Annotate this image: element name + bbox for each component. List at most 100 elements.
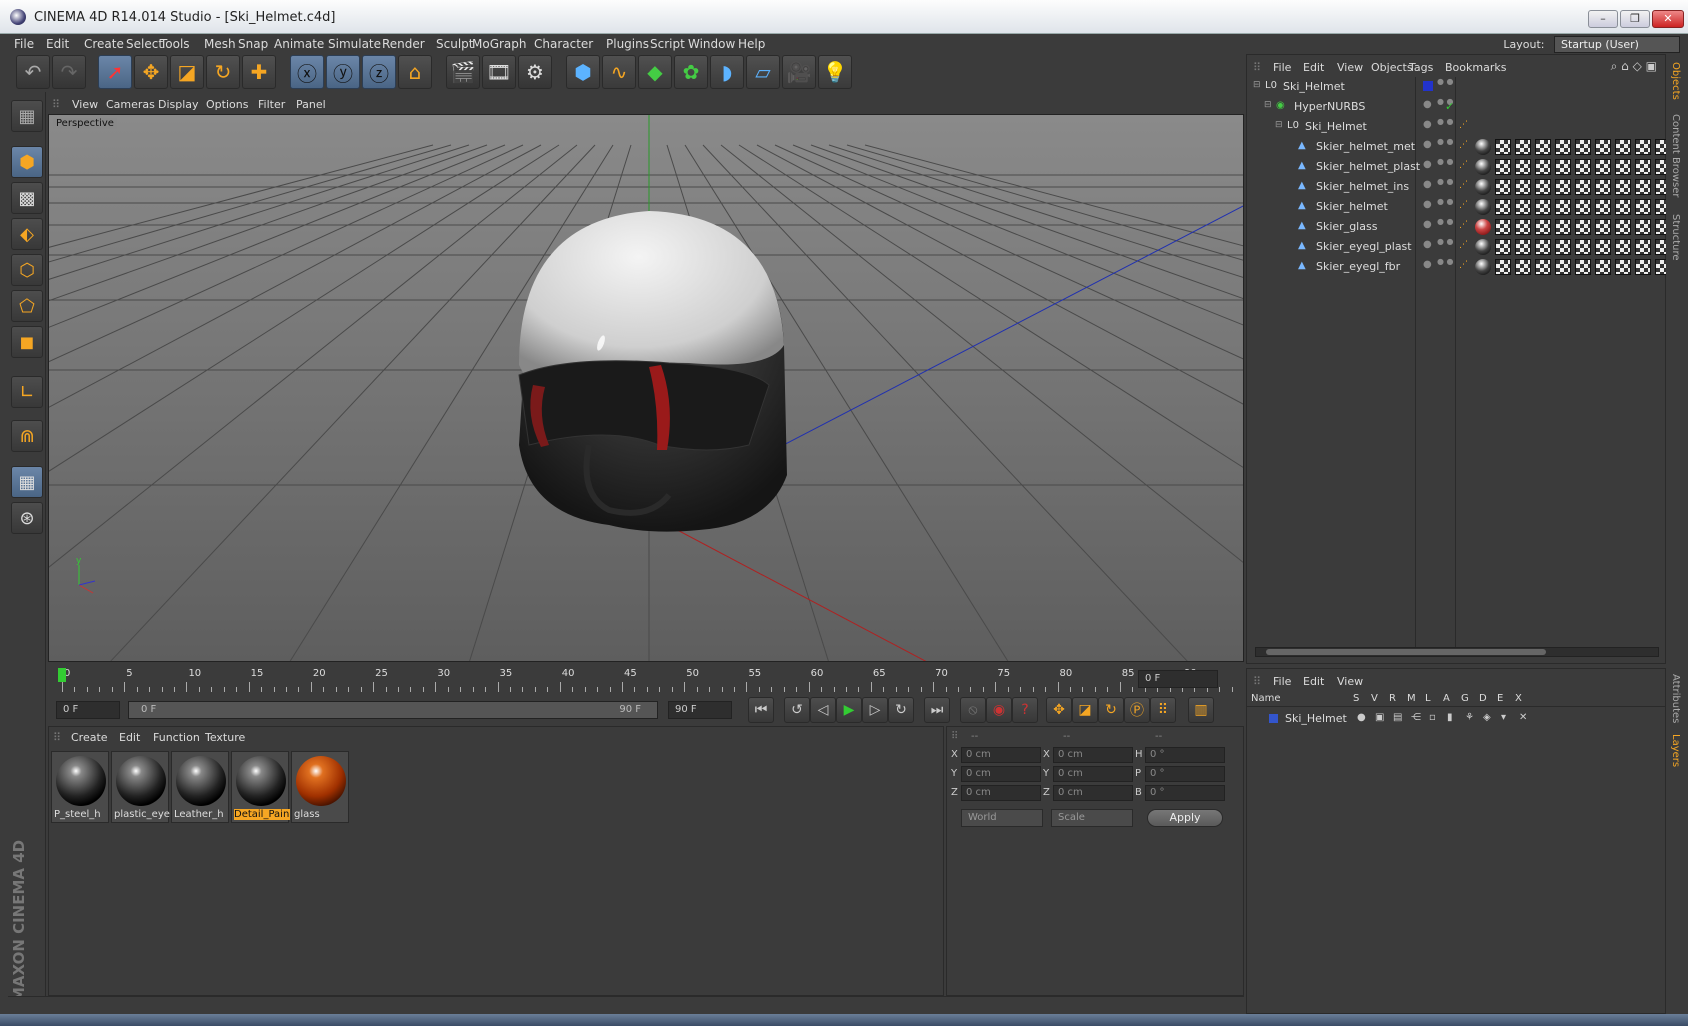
layer-menu-view[interactable]: View — [1337, 675, 1363, 688]
texture-tag-icon[interactable] — [1575, 139, 1591, 155]
keyframe-selection-icon[interactable]: ? — [1012, 697, 1038, 723]
panel-grip-icon[interactable]: ⠿ — [1253, 675, 1261, 688]
texture-tag-icon[interactable] — [1535, 139, 1551, 155]
light-icon[interactable]: 💡 — [818, 55, 852, 89]
texture-tag-icon[interactable] — [1635, 199, 1651, 215]
menu-animate[interactable]: Animate — [274, 37, 324, 51]
expand-toggle-icon[interactable]: ⊟ — [1275, 120, 1283, 130]
texture-tag-icon[interactable] — [1635, 179, 1651, 195]
object-row[interactable]: ▲ Skier_helmet_met ● ● ● ⋰ — [1247, 137, 1671, 157]
phong-tag-icon[interactable]: ⋰ — [1459, 180, 1468, 190]
texture-tag-icon[interactable] — [1595, 159, 1611, 175]
layer-toggle-icon[interactable]: ▮ — [1447, 712, 1453, 723]
texture-tag-icon[interactable] — [1535, 179, 1551, 195]
layer-row[interactable]: Ski_Helmet ● ▣ ▤ ⋲ ▫ ▮ ⚘ ◈ ▾ ✕ — [1247, 709, 1667, 729]
texture-tag-icon[interactable] — [1575, 199, 1591, 215]
key-rotation-icon[interactable]: ↻ — [1098, 697, 1124, 723]
visibility-dots-icon[interactable]: ● — [1423, 179, 1432, 190]
layer-column-x[interactable]: X — [1515, 693, 1522, 704]
frame-range-slider[interactable]: 0 F 90 F — [128, 701, 658, 719]
subdivision-surface-icon[interactable]: ◆ — [638, 55, 672, 89]
object-row[interactable]: ▲ Skier_helmet ● ● ● ⋰ — [1247, 197, 1671, 217]
texture-tag-icon[interactable] — [1575, 159, 1591, 175]
material-swatch[interactable]: glass — [291, 751, 349, 823]
playhead[interactable] — [58, 668, 66, 682]
coord-value-field[interactable]: 0 ° — [1145, 747, 1225, 763]
texture-tag-icon[interactable] — [1555, 239, 1571, 255]
object-row[interactable]: ⊟ ◉ HyperNURBS ● ● ● ✓ — [1247, 97, 1667, 117]
start-frame-field[interactable]: 0 F — [56, 701, 120, 719]
texture-tag-icon[interactable] — [1535, 199, 1551, 215]
enabled-check-icon[interactable]: ✓ — [1445, 100, 1454, 113]
texture-tag-icon[interactable] — [1595, 219, 1611, 235]
texture-tag-icon[interactable] — [1515, 199, 1531, 215]
coord-value-field[interactable]: 0 ° — [1145, 766, 1225, 782]
layer-toggle-icon[interactable]: ▤ — [1393, 712, 1402, 723]
layer-column-v[interactable]: V — [1371, 693, 1378, 704]
layer-column-name[interactable]: Name — [1251, 693, 1281, 704]
object-menu-edit[interactable]: Edit — [1303, 61, 1324, 74]
magnet-icon[interactable]: ⋒ — [11, 420, 43, 452]
key-parameter-icon[interactable]: Ⓟ — [1124, 697, 1150, 723]
texture-tag-icon[interactable] — [1595, 239, 1611, 255]
play-icon[interactable]: ▶ — [836, 697, 862, 723]
y-axis-icon[interactable]: ⓨ — [326, 55, 360, 89]
axis-mode-icon[interactable]: ∟ — [11, 376, 43, 408]
texture-tag-icon[interactable] — [1575, 239, 1591, 255]
side-tab-content-browser[interactable]: Content Browser — [1670, 114, 1681, 197]
render-visibility-icon[interactable]: ● ● — [1437, 218, 1454, 226]
key-scale-icon[interactable]: ◪ — [1072, 697, 1098, 723]
visibility-dots-icon[interactable]: ● — [1423, 99, 1432, 110]
z-axis-icon[interactable]: ⓩ — [362, 55, 396, 89]
phong-tag-icon[interactable]: ⋰ — [1459, 140, 1468, 150]
object-menu-objects[interactable]: Objects — [1371, 61, 1413, 74]
floor-icon[interactable]: ▱ — [746, 55, 780, 89]
previous-frame-icon[interactable]: ◁ — [810, 697, 836, 723]
layer-toggle-icon[interactable]: ▫ — [1429, 712, 1436, 723]
material-menu-texture[interactable]: Texture — [205, 731, 245, 744]
texture-tag-icon[interactable] — [1515, 159, 1531, 175]
phong-tag-icon[interactable]: ⋰ — [1459, 160, 1468, 170]
scroll-thumb[interactable] — [1266, 649, 1546, 655]
previous-key-icon[interactable]: ↺ — [784, 697, 810, 723]
texture-tag-icon[interactable] — [1635, 259, 1651, 275]
material-menu-create[interactable]: Create — [71, 731, 108, 744]
make-editable-icon[interactable]: ▦ — [11, 100, 43, 132]
record-active-icon[interactable]: ⦸ — [960, 697, 986, 723]
menu-snap[interactable]: Snap — [238, 37, 268, 51]
material-menu-edit[interactable]: Edit — [119, 731, 140, 744]
maximize-button[interactable]: ❐ — [1620, 10, 1650, 28]
move-icon[interactable]: ✥ — [134, 55, 168, 89]
texture-tag-icon[interactable] — [1615, 159, 1631, 175]
coordinate-space-dropdown[interactable]: World — [961, 809, 1043, 827]
material-swatch[interactable]: Leather_h — [171, 751, 229, 823]
layer-column-e[interactable]: E — [1497, 693, 1503, 704]
material-swatch[interactable]: Detail_Pain — [231, 751, 290, 823]
texture-tag-icon[interactable] — [1535, 219, 1551, 235]
layer-toggle-icon[interactable]: ⋲ — [1411, 712, 1421, 723]
render-visibility-icon[interactable]: ● ● — [1437, 258, 1454, 266]
viewport-menu-view[interactable]: View — [72, 98, 98, 111]
visibility-dots-icon[interactable]: ● — [1423, 219, 1432, 230]
texture-tag-icon[interactable] — [1575, 179, 1591, 195]
render-visibility-icon[interactable]: ● ● — [1437, 138, 1454, 146]
end-frame-field[interactable]: 90 F — [668, 701, 732, 719]
live-selection-icon[interactable]: ➚ — [98, 55, 132, 89]
expand-toggle-icon[interactable]: ⊟ — [1264, 100, 1272, 110]
workplane-lock-icon[interactable]: ▦ — [11, 466, 43, 498]
panel-grip-icon[interactable]: ⠿ — [52, 98, 60, 111]
texture-tag-icon[interactable] — [1615, 179, 1631, 195]
coord-value-field[interactable]: 0 cm — [961, 785, 1041, 801]
cube-icon[interactable]: ⬢ — [566, 55, 600, 89]
menu-help[interactable]: Help — [738, 37, 765, 51]
layer-toggle-icon[interactable]: ⚘ — [1465, 712, 1474, 723]
texture-mode-icon[interactable]: ▩ — [11, 182, 43, 214]
coord-value-field[interactable]: 0 cm — [961, 766, 1041, 782]
layout-selector[interactable]: Layout: Startup (User) — [1503, 36, 1680, 53]
render-visibility-icon[interactable]: ● ● — [1437, 158, 1454, 166]
viewport-scene[interactable]: y — [49, 115, 1244, 662]
render-visibility-icon[interactable]: ● ● — [1437, 178, 1454, 186]
menu-script[interactable]: Script — [650, 37, 685, 51]
object-scrollbar[interactable] — [1255, 647, 1659, 657]
texture-tag-icon[interactable] — [1555, 199, 1571, 215]
